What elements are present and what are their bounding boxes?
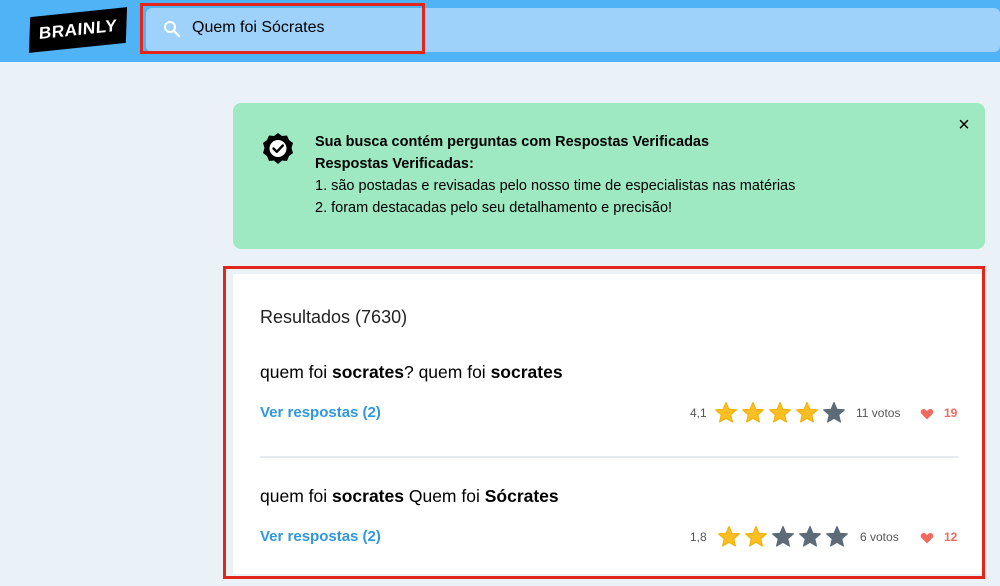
question-keyword: socrates: [331, 486, 404, 506]
question-text: ? quem foi: [403, 362, 491, 382]
verified-badge-icon: [263, 133, 293, 164]
question-keyword: Sócrates: [484, 486, 559, 506]
question-text: quem foi: [260, 362, 332, 382]
like-count: 19: [944, 406, 958, 420]
star-filled-icon: [715, 401, 737, 423]
rating-value: 1,8: [690, 530, 707, 544]
star-rating: [714, 401, 846, 425]
close-icon[interactable]: ×: [955, 115, 973, 135]
question-title[interactable]: quem foi socrates? quem foi socrates: [260, 362, 563, 383]
question-text: Quem foi: [403, 486, 485, 506]
notice-line-3: 1. são postadas e revisadas pelo nosso t…: [315, 178, 796, 194]
star-empty-icon: [823, 401, 845, 423]
question-text: quem foi: [260, 486, 332, 506]
star-filled-icon: [769, 401, 791, 423]
question-keyword: socrates: [490, 362, 563, 382]
star-empty-icon: [772, 525, 794, 547]
result-divider: [260, 456, 958, 458]
notice-text: Sua busca contém perguntas com Respostas…: [315, 131, 935, 219]
search-highlight-box: [140, 3, 425, 54]
vote-count: 6 votos: [860, 530, 899, 544]
view-answers-link[interactable]: Ver respostas (2): [260, 528, 381, 545]
notice-line-2: Respostas Verificadas:: [315, 156, 474, 172]
rating-value: 4,1: [690, 406, 707, 420]
star-filled-icon: [718, 525, 740, 547]
notice-line-1: Sua busca contém perguntas com Respostas…: [315, 134, 710, 150]
notice-line-4: 2. foram destacadas pelo seu detalhament…: [315, 200, 673, 216]
heart-icon[interactable]: [920, 407, 934, 421]
star-filled-icon: [745, 525, 767, 547]
question-title[interactable]: quem foi socrates Quem foi Sócrates: [260, 486, 559, 507]
results-title: Resultados (7630): [260, 307, 408, 327]
logo-text: BRAINLY: [38, 16, 118, 44]
vote-count: 11 votos: [856, 406, 901, 420]
question-keyword: socrates: [331, 362, 404, 382]
star-empty-icon: [799, 525, 821, 547]
heart-icon[interactable]: [920, 531, 934, 545]
like-count: 12: [944, 530, 958, 544]
star-filled-icon: [796, 401, 818, 423]
star-filled-icon: [742, 401, 764, 423]
view-answers-link[interactable]: Ver respostas (2): [260, 404, 381, 421]
star-empty-icon: [826, 525, 848, 547]
star-rating: [717, 525, 849, 549]
